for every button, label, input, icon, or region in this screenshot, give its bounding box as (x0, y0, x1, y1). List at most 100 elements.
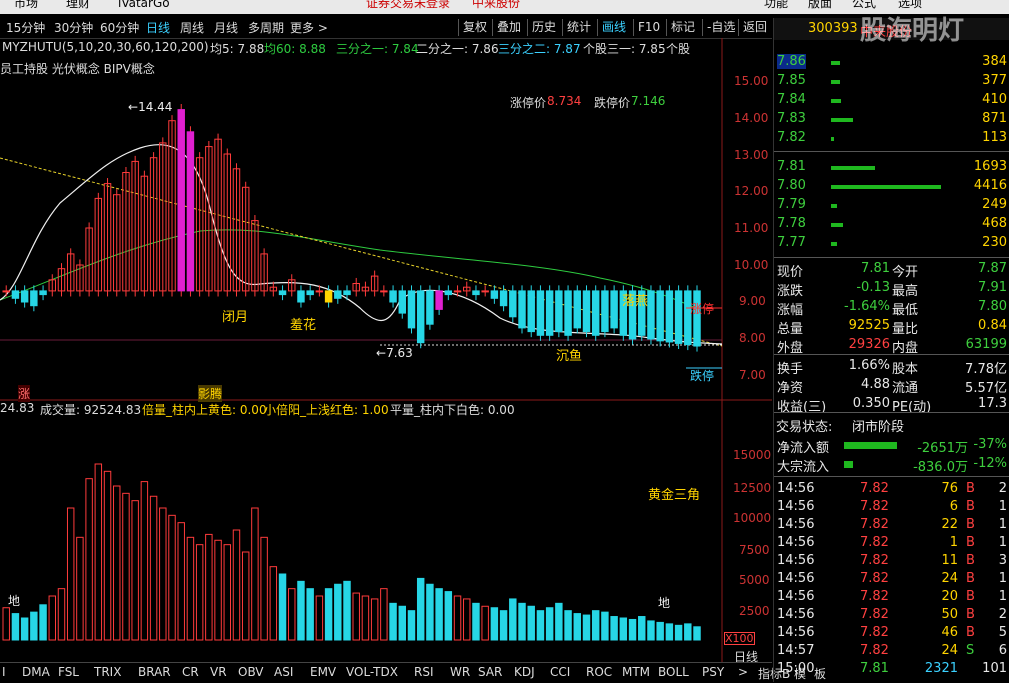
high-label: 14.44 (138, 100, 173, 114)
volume-bar (103, 470, 112, 641)
volume-bar (131, 500, 139, 641)
volume-bar (306, 588, 314, 641)
order-bar (831, 242, 837, 246)
indicator-tab[interactable]: PSY (702, 665, 724, 679)
stat-row: 涨跌 -0.13 最高 7.91 (774, 280, 1009, 299)
price-tick: 11.00 (734, 221, 769, 235)
fuquan-button[interactable]: 复权 (458, 19, 491, 36)
top-menu-bar: 市场 理财 iVatarGo 证券交易未登录 中来股份 功能 版面 公式 选项 (0, 0, 1009, 14)
indicator-tab[interactable]: FSL (58, 665, 79, 679)
period-weekly[interactable]: 周线 (180, 20, 204, 36)
volume-bar (177, 522, 185, 641)
order-book-row[interactable]: 7.85 377 (774, 73, 1009, 91)
indicator-tab[interactable]: ASI (274, 665, 293, 679)
indicator-tab[interactable]: I (2, 665, 6, 679)
volume-bar (241, 551, 250, 641)
stats-button[interactable]: 统计 (562, 19, 595, 36)
indicator-tab[interactable]: EMV (310, 665, 336, 679)
low-label: 7.63 (386, 346, 413, 360)
indicator-tab[interactable]: RSI (414, 665, 434, 679)
candle (315, 290, 324, 293)
order-book-row[interactable]: 7.80 4416 (774, 178, 1009, 196)
order-book-row[interactable]: 7.86 384 (774, 54, 1009, 72)
indicator-tab[interactable]: KDJ (514, 665, 535, 679)
candle (435, 290, 443, 310)
tick-price: 7.82 (860, 535, 889, 550)
candle (610, 290, 618, 329)
candle (324, 290, 333, 303)
volume-bar (638, 616, 646, 641)
candle (20, 290, 29, 303)
indicator-tab[interactable]: MTM (622, 665, 650, 679)
menu-market[interactable]: 市场 (14, 0, 38, 9)
indicator-tab[interactable]: CR (182, 665, 199, 679)
indicator-tab[interactable]: BRAR (138, 665, 171, 679)
period-60min[interactable]: 60分钟 (100, 20, 139, 36)
order-book-row[interactable]: 7.82 113 (774, 130, 1009, 148)
tick-price: 7.82 (860, 481, 889, 496)
order-bar (831, 185, 941, 189)
price-tick: 8.00 (739, 331, 766, 345)
kline-chart-area[interactable]: MYZHUTU(5,10,20,30,60,120,200) 均5: 7.88 … (0, 38, 772, 682)
period-more[interactable]: 更多 > (290, 20, 328, 36)
indicator-tab[interactable]: BOLL (658, 665, 689, 679)
volume-bar (159, 507, 167, 641)
order-book-row[interactable]: 7.78 468 (774, 216, 1009, 234)
volume-bar (297, 580, 305, 641)
indicator-tab[interactable]: VOL-TDX (346, 665, 398, 679)
indicator-tab[interactable]: VR (210, 665, 227, 679)
volume-bar (2, 607, 10, 641)
period-30min[interactable]: 30分钟 (54, 20, 93, 36)
order-book-row[interactable]: 7.77 230 (774, 235, 1009, 253)
menu-layout[interactable]: 版面 (808, 0, 832, 9)
back-button[interactable]: 返回 (738, 19, 771, 36)
stock-code: 300393 (808, 21, 858, 36)
watchlist-button[interactable]: -自选 (702, 19, 739, 36)
f10-button[interactable]: F10 (633, 19, 664, 36)
indicator-tab[interactable]: SAR (478, 665, 502, 679)
indicator-tab[interactable]: TRIX (94, 665, 121, 679)
menu-function[interactable]: 功能 (764, 0, 788, 9)
overlay-button[interactable]: 叠加 (492, 19, 525, 36)
indicator-tab[interactable]: WR (450, 665, 470, 679)
xiaobeiyang-label: 小倍阳_上浅红色: 1.00 (264, 403, 389, 417)
stat-label: 涨幅 (777, 303, 804, 318)
order-bar (831, 61, 840, 65)
volume-bar (481, 605, 489, 641)
menu-finance[interactable]: 理财 (66, 0, 90, 9)
third2-value: 三分之二: 7.87 (498, 42, 581, 56)
indicator-tab[interactable]: > (738, 665, 748, 679)
volume-bar (610, 616, 618, 641)
menu-options[interactable]: 选项 (898, 0, 922, 9)
order-book-row[interactable]: 7.83 871 (774, 111, 1009, 129)
history-button[interactable]: 历史 (527, 19, 560, 36)
menu-formula[interactable]: 公式 (852, 0, 876, 9)
tick-count: 101 (982, 661, 1007, 676)
flow-pct: -12% (973, 456, 1007, 471)
volume-bar (591, 610, 600, 641)
tick-count: 1 (998, 535, 1007, 550)
volume-bar (665, 623, 674, 641)
indicator-tab[interactable]: OBV (238, 665, 264, 679)
period-daily[interactable]: 日线 (146, 20, 170, 36)
draw-button[interactable]: 画线 (597, 19, 630, 36)
period-multi[interactable]: 多周期 (248, 20, 284, 36)
indicator-tab[interactable]: ROC (586, 665, 612, 679)
order-book-row[interactable]: 7.79 249 (774, 197, 1009, 215)
mark-button[interactable]: 标记 (666, 19, 699, 36)
order-book-row[interactable]: 7.81 1693 (774, 159, 1009, 177)
order-book-row[interactable]: 7.84 410 (774, 92, 1009, 110)
volume-bar (684, 623, 692, 641)
flow-label: 净流入额 (777, 441, 830, 456)
volume-bar (66, 507, 75, 641)
period-15min[interactable]: 15分钟 (6, 20, 45, 36)
indicator-tab[interactable]: DMA (22, 665, 50, 679)
tick-side: B (966, 589, 975, 604)
period-monthly[interactable]: 月线 (214, 20, 238, 36)
volume-bars-group (2, 463, 701, 641)
menu-ivatargo[interactable]: iVatarGo (118, 0, 170, 9)
candle (389, 290, 397, 303)
flow-label: 大宗流入 (777, 460, 830, 475)
pingliang-label: 平量_柱内下白色: 0.00 (390, 403, 515, 417)
indicator-tab[interactable]: CCI (550, 665, 570, 679)
